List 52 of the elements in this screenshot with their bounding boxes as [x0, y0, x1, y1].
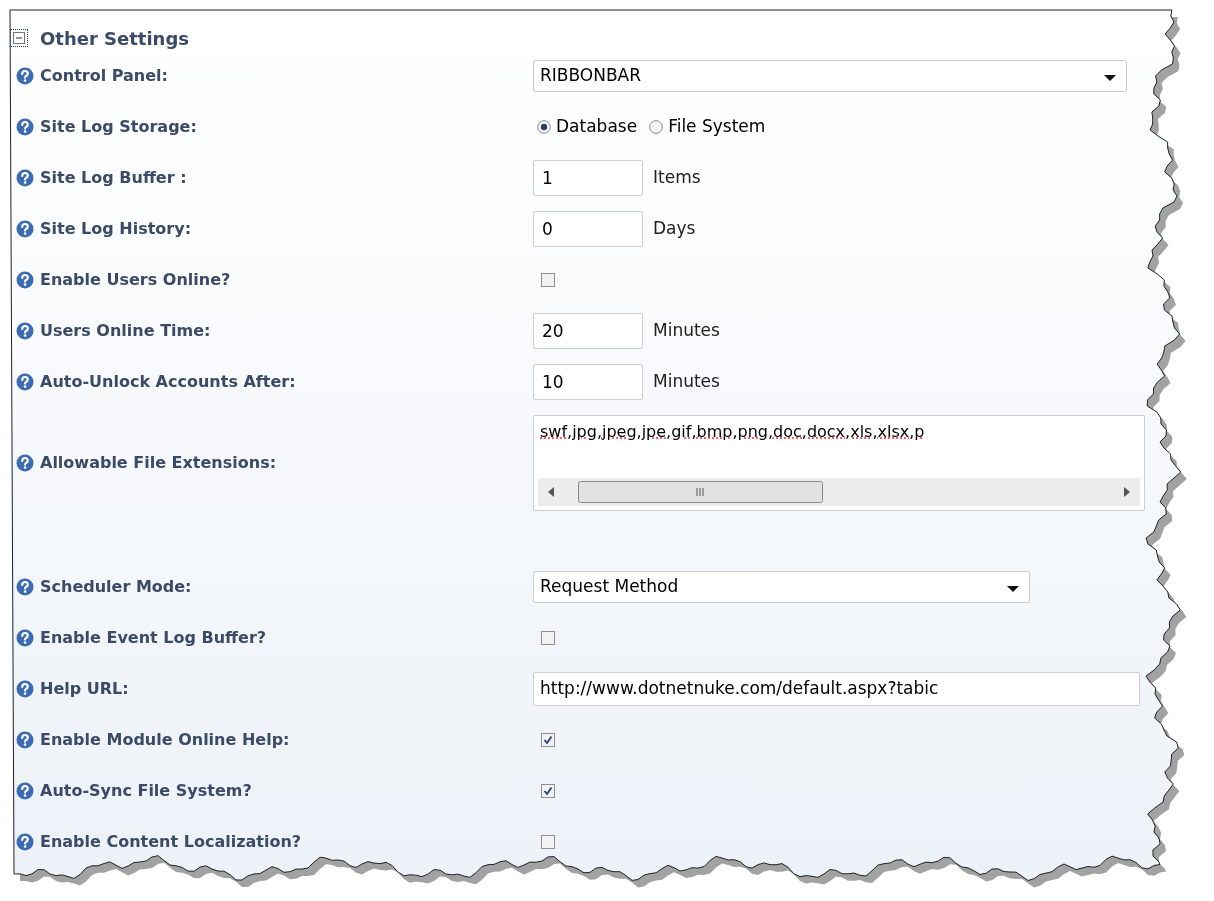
checkbox[interactable] — [541, 630, 555, 645]
input-field[interactable]: 1 — [533, 159, 643, 196]
dropdown[interactable]: Request Method — [533, 570, 1030, 603]
radio-label[interactable]: File System — [668, 113, 766, 140]
field-label: Users Online Time: — [40, 319, 211, 342]
checkbox[interactable] — [541, 834, 555, 849]
field-label: Enable Content Localization? — [40, 830, 302, 853]
field-label: Site Log Storage: — [40, 115, 197, 138]
help-icon[interactable] — [16, 66, 34, 85]
help-icon[interactable] — [16, 832, 34, 851]
help-icon[interactable] — [16, 679, 34, 698]
help-icon[interactable] — [16, 168, 34, 187]
unit-label: Minutes — [653, 318, 720, 342]
help-icon[interactable] — [16, 270, 34, 289]
section-title: Other Settings — [40, 26, 190, 51]
field-label: Site Log History: — [40, 217, 192, 240]
checkbox[interactable] — [541, 732, 555, 747]
help-icon[interactable] — [16, 372, 34, 391]
help-icon[interactable] — [16, 781, 34, 800]
text-area[interactable]: swf,jpg,jpeg,jpe,gif,bmp,png,doc,docx,xls,xlsx,p — [533, 415, 1145, 511]
collapse-toggle-icon[interactable] — [10, 29, 28, 47]
unit-label: Minutes — [653, 369, 720, 393]
radio-label[interactable]: Database — [556, 113, 638, 140]
field-label: Auto-Unlock Accounts After: — [40, 370, 296, 393]
input-field[interactable]: 20 — [533, 312, 643, 349]
field-label: Enable Module Online Help: — [40, 728, 290, 751]
help-icon[interactable] — [16, 577, 34, 596]
checkbox[interactable] — [541, 783, 555, 798]
help-icon[interactable] — [16, 321, 34, 340]
help-icon[interactable] — [16, 454, 34, 472]
field-label: Enable Users Online? — [40, 268, 231, 291]
field-label: Auto-Sync File System? — [40, 779, 252, 802]
field-label: Site Log Buffer : — [40, 166, 187, 189]
help-icon[interactable] — [16, 628, 34, 647]
unit-label: Items — [653, 165, 701, 189]
horizontal-scrollbar[interactable] — [538, 478, 1140, 506]
help-icon[interactable] — [16, 117, 34, 136]
help-icon[interactable] — [16, 730, 34, 749]
field-label: Scheduler Mode: — [40, 575, 192, 598]
checkbox[interactable] — [541, 272, 555, 287]
field-label: Allowable File Extensions: — [40, 452, 277, 474]
field-label: Help URL: — [40, 677, 129, 700]
radio-button[interactable] — [537, 119, 551, 134]
field-label: Control Panel: — [40, 64, 168, 87]
field-label: Enable Event Log Buffer? — [40, 626, 267, 649]
input-field[interactable]: http://www.dotnetnuke.com/default.aspx?tabic — [533, 671, 1140, 706]
input-field[interactable]: 0 — [533, 210, 643, 247]
help-icon[interactable] — [16, 219, 34, 238]
dropdown[interactable]: RIBBONBAR — [533, 59, 1127, 92]
unit-label: Days — [653, 216, 696, 240]
input-field[interactable]: 10 — [533, 363, 643, 400]
radio-button[interactable] — [649, 119, 664, 134]
